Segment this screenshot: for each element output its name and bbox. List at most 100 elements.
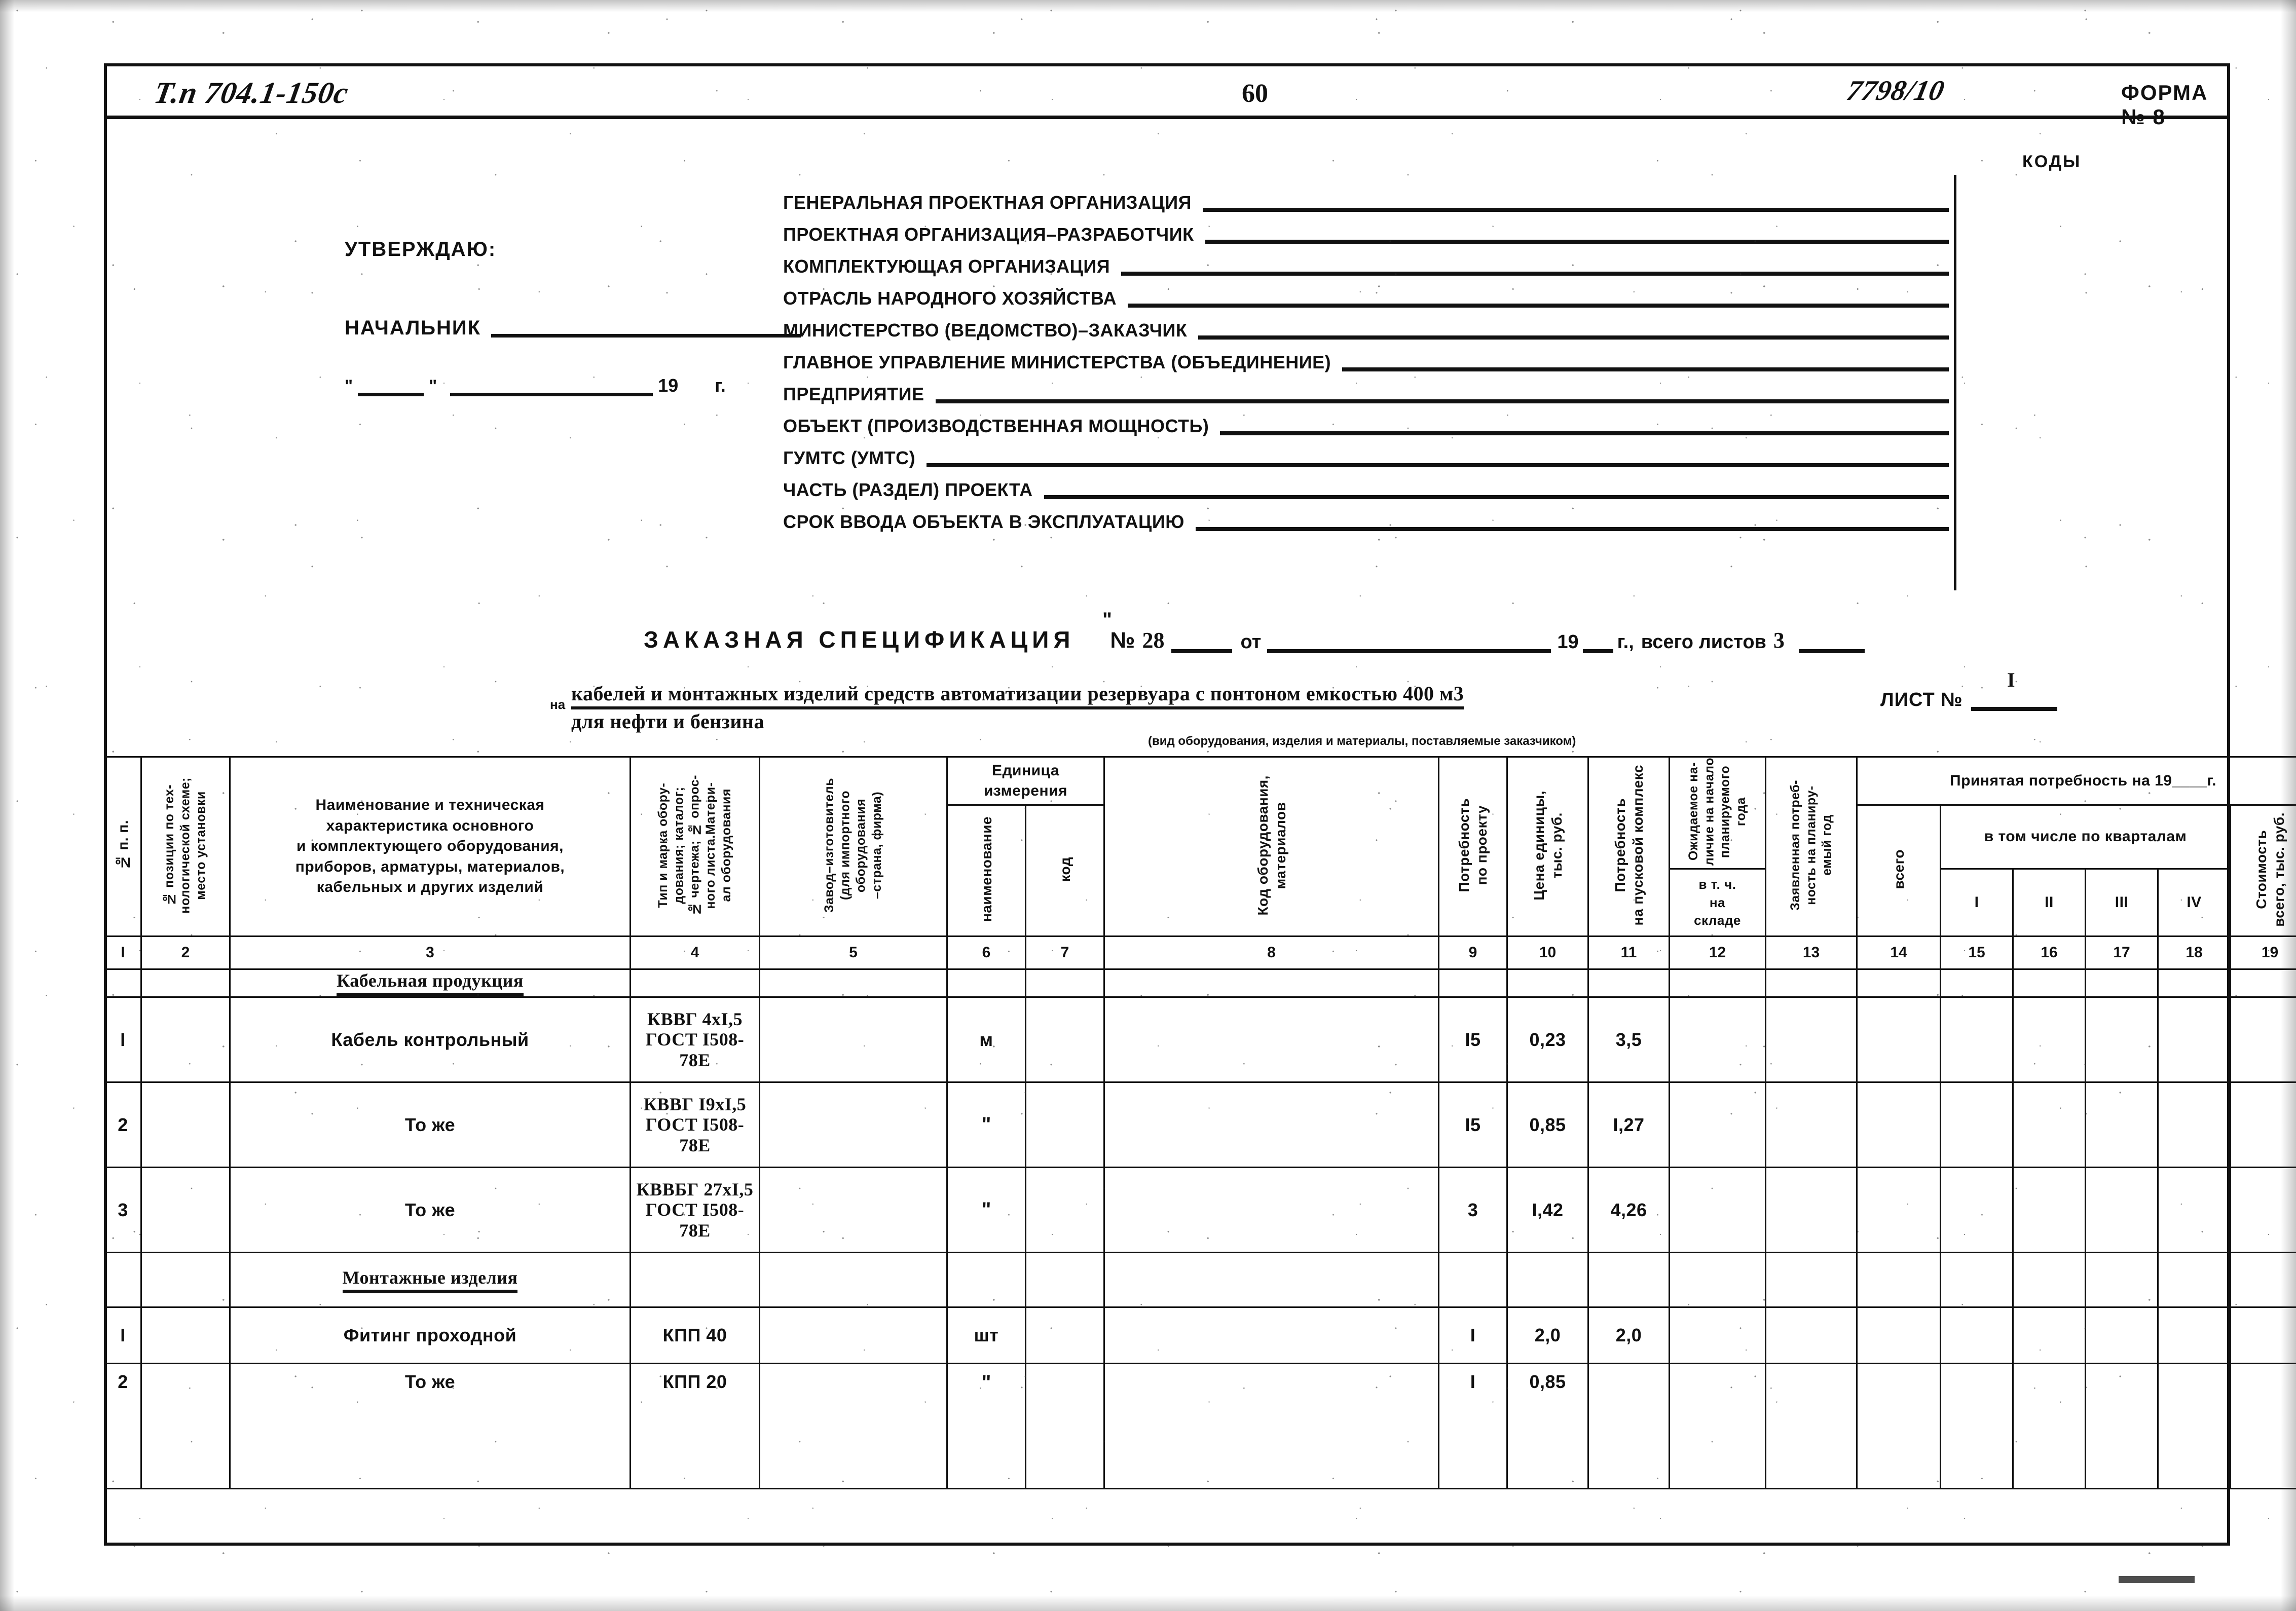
th-unit-code: код — [1025, 804, 1105, 938]
org-field-label: ПРЕДПРИЯТИЕ — [783, 384, 924, 404]
spec-number-symbol: № — [1110, 628, 1135, 653]
th-quarter-3: III — [2085, 868, 2159, 938]
cell-declared — [1765, 1081, 1858, 1169]
total-sheets-line[interactable] — [1798, 642, 1865, 653]
th-quarter-1: I — [1940, 868, 2014, 938]
cell-need-project — [1438, 1252, 1508, 1308]
cell-item-no: 2 — [104, 1081, 142, 1169]
spec-number-line[interactable] — [1171, 642, 1233, 653]
colnum-16: 16 — [2012, 935, 2086, 970]
table-row[interactable]: 3 То же КВВБГ 27хI,5 ГОСТ I508-78E " 3 I… — [104, 1167, 2296, 1254]
table-row[interactable]: Монтажные изделия — [104, 1252, 2296, 1308]
chief-signature-line[interactable] — [491, 319, 801, 338]
th-item-no-text: № п. п. — [115, 820, 131, 871]
table-row[interactable]: 2 То же КПП 20 " I 0,85 — [104, 1363, 2296, 1490]
org-field-row: СРОК ВВОДА ОБЪЕКТА В ЭКСПЛУАТАЦИЮ — [783, 499, 1949, 531]
cell-maker — [759, 1363, 948, 1490]
colnum-6: 6 — [946, 935, 1026, 970]
document-number-handwritten: 7798/10 — [1844, 75, 1948, 106]
th-type-brand-text: Тип и марка обору- дования; каталог; № ч… — [655, 774, 733, 916]
cell-mat-code — [1103, 1167, 1439, 1254]
cell-unit-price: 0,85 — [1506, 1363, 1589, 1490]
spec-year-line[interactable] — [1582, 642, 1613, 653]
sheet-number-block: ЛИСТ № I — [1880, 668, 2057, 711]
day-field[interactable] — [358, 381, 424, 396]
cell-expected — [1669, 1363, 1766, 1490]
colnum-4: 4 — [629, 935, 760, 970]
colnum-5: 5 — [759, 935, 948, 970]
date-field-line[interactable] — [1267, 642, 1551, 653]
cell-declared — [1765, 1306, 1858, 1365]
th-position-no: № позиции по тех- нологической схеме; ме… — [140, 756, 231, 938]
org-field-input[interactable] — [1195, 520, 1949, 531]
org-field-input[interactable] — [1128, 296, 1949, 308]
th-unit-price: Цена единицы, тыс. руб. — [1506, 756, 1589, 938]
table-row[interactable]: 2 То же КВВГ I9хI,5 ГОСТ I508-78E " I5 0… — [104, 1081, 2296, 1169]
org-field-input[interactable] — [927, 456, 1949, 467]
cell-unit-code — [1025, 1252, 1105, 1308]
cell-unit-price — [1506, 1252, 1589, 1308]
org-field-input[interactable] — [1198, 328, 1949, 340]
quote-close: " — [429, 377, 437, 396]
total-sheets-value: 3 — [1773, 628, 1785, 653]
org-field-input[interactable] — [1342, 360, 1949, 371]
column-number-row: I 2 3 4 5 6 7 8 9 10 11 12 13 14 15 16 1… — [104, 935, 2296, 970]
cell-q3 — [2085, 1306, 2159, 1365]
th-accepted-total-text: всего — [1891, 849, 1907, 889]
month-field[interactable] — [450, 381, 653, 396]
spec-year-suffix: г., — [1617, 631, 1634, 653]
table-row[interactable]: Кабельная продукция — [104, 968, 2296, 998]
cell-unit-code — [1025, 1363, 1105, 1490]
org-field-input[interactable] — [1205, 233, 1949, 244]
org-field-input[interactable] — [1121, 265, 1949, 276]
org-field-input[interactable] — [1220, 424, 1949, 435]
th-expected-in-store-text: в т. ч. на складе — [1694, 877, 1741, 928]
sheet-number-line[interactable] — [1971, 700, 2057, 711]
org-field-row: КОМПЛЕКТУЮЩАЯ ОРГАНИЗАЦИЯ — [783, 244, 1949, 276]
cell-need-project: I5 — [1438, 1081, 1508, 1169]
org-field-input[interactable] — [935, 392, 1949, 403]
cell-q2 — [2012, 1167, 2086, 1254]
table-row[interactable]: I Фитинг проходной КПП 40 шт I 2,0 2,0 — [104, 1306, 2296, 1365]
org-field-input[interactable] — [1044, 488, 1949, 499]
colnum-11: 11 — [1587, 935, 1670, 970]
org-field-row: ГЛАВНОЕ УПРАВЛЕНИЕ МИНИСТЕРСТВА (ОБЪЕДИН… — [783, 340, 1949, 371]
cell-q4 — [2157, 1252, 2231, 1308]
cell-total — [1856, 996, 1941, 1083]
th-position-no-text: № позиции по тех- нологической схеме; ме… — [162, 777, 208, 914]
cell-unit-price: 0,23 — [1506, 996, 1589, 1083]
cell-type: КВВГ 4хI,5 ГОСТ I508-78E — [629, 996, 760, 1083]
th-declared-need: Заявленная потреб- ность на планиру- емы… — [1765, 756, 1858, 938]
table-row[interactable]: I Кабель контрольный КВВГ 4хI,5 ГОСТ I50… — [104, 996, 2296, 1083]
cell-mat-code — [1103, 968, 1439, 998]
cell-name: Кабель контрольный — [229, 996, 631, 1083]
codes-column-label: КОДЫ — [2022, 152, 2082, 171]
org-field-row: ЧАСТЬ (РАЗДЕЛ) ПРОЕКТА — [783, 467, 1949, 499]
th-manufacturer-text: Завод–изготовитель (для импортного обору… — [822, 777, 884, 913]
th-unit-name-text: наименование — [978, 816, 994, 922]
cell-q3 — [2085, 1167, 2159, 1254]
cell-position — [140, 1167, 231, 1254]
th-item-no: № п. п. — [104, 756, 142, 938]
cell-position — [140, 1081, 231, 1169]
specification-table: № п. п. № позиции по тех- нологической с… — [104, 756, 2296, 1546]
th-unit-code-text: код — [1057, 856, 1073, 882]
cell-type-text: КВВГ I9хI,5 ГОСТ I508-78E — [643, 1094, 747, 1155]
cell-unit-code — [1025, 1081, 1105, 1169]
date-quote-mark: " — [1102, 609, 1112, 631]
th-declared-need-text: Заявленная потреб- ность на планиру- емы… — [1788, 780, 1834, 911]
cell-need-project — [1438, 968, 1508, 998]
cell-need-startup: 3,5 — [1587, 996, 1670, 1083]
org-field-row: ОТРАСЛЬ НАРОДНОГО ХОЗЯЙСТВА — [783, 276, 1949, 308]
th-expected-stock: Ожидаемое на- личие на начало планируемо… — [1669, 756, 1766, 870]
cell-need-project: I — [1438, 1363, 1508, 1490]
th-unit-group: Единица измерения — [946, 756, 1105, 806]
org-field-input[interactable] — [1203, 201, 1949, 212]
cell-unit-price: 0,85 — [1506, 1081, 1589, 1169]
cell-position — [140, 1306, 231, 1365]
org-field-row: ГУМТС (УМТС) — [783, 435, 1949, 467]
organization-fields: ГЕНЕРАЛЬНАЯ ПРОЕКТНАЯ ОРГАНИЗАЦИЯ ПРОЕКТ… — [783, 180, 1949, 531]
colnum-2: 2 — [140, 935, 231, 970]
cell-mat-code — [1103, 1081, 1439, 1169]
th-equipment-code: Код оборудования, материалов — [1103, 756, 1439, 938]
